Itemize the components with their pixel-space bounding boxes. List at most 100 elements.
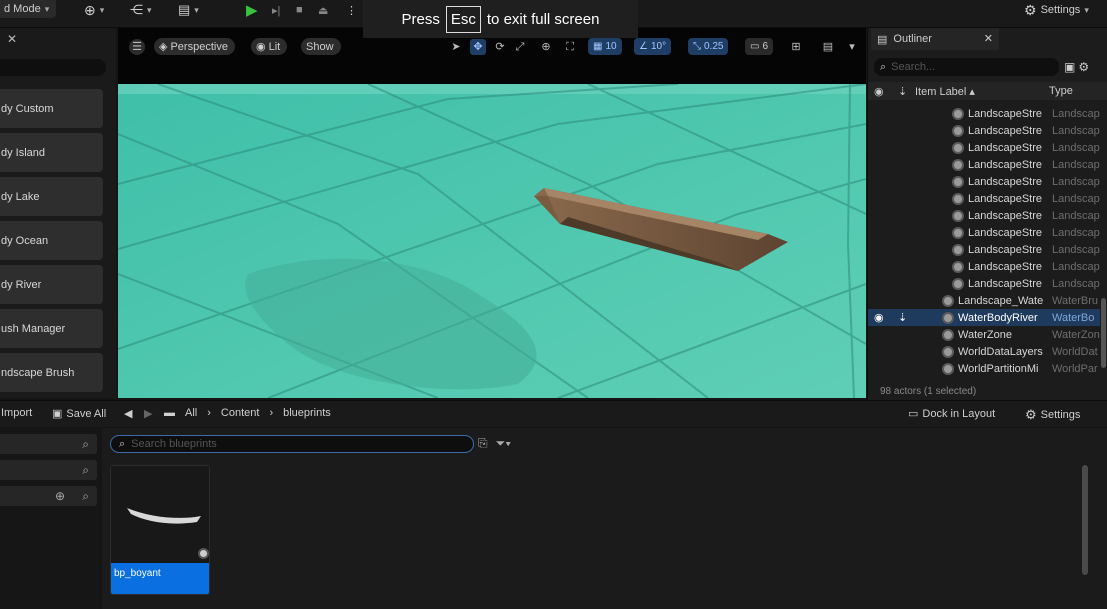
outliner-row[interactable]: LandscapeStre Landscap <box>868 139 1100 156</box>
add-folder-icon[interactable]: ▣ <box>1064 60 1075 74</box>
eject-button[interactable]: ⏏ <box>318 0 328 20</box>
step-button[interactable]: ▸| <box>272 0 280 20</box>
history-back-button[interactable]: ◀ <box>124 407 132 420</box>
place-item-label: dy Island <box>1 146 46 159</box>
breadcrumb-content[interactable]: Content <box>221 407 260 419</box>
asset-tile[interactable]: bp_boyant <box>110 465 210 595</box>
world-space-icon[interactable]: ⊕ <box>538 39 554 55</box>
place-item-water-brush-manager[interactable]: ush Manager <box>0 309 103 348</box>
grid-icon: ▦ <box>593 41 603 52</box>
outliner-row[interactable]: LandscapeStre Landscap <box>868 224 1100 241</box>
grid-snap-value: 10 <box>605 41 617 52</box>
actor-icon <box>952 124 964 137</box>
place-item-water-body-lake[interactable]: dy Lake <box>0 177 103 216</box>
outliner-row[interactable]: LandscapeStre Landscap <box>868 241 1100 258</box>
search-icon[interactable]: ⌕ <box>82 463 89 478</box>
import-button[interactable]: Import <box>1 407 32 419</box>
outliner-row-type: WaterZon <box>1052 328 1100 341</box>
rotation-snap-button[interactable]: ∠ 10° <box>634 38 672 55</box>
outliner-row[interactable]: LandscapeStre Landscap <box>868 207 1100 224</box>
add-actor-button[interactable]: ⊕ ▾ <box>84 0 104 20</box>
place-item-landscape-brush[interactable]: ndscape Brush <box>0 353 103 392</box>
camera-speed-button[interactable]: ▭ 6 <box>745 38 774 55</box>
cinematics-button[interactable]: ▤ ▾ <box>178 0 199 20</box>
outliner-row[interactable]: WaterZone WaterZon <box>868 326 1100 343</box>
content-settings-button[interactable]: ⚙ Settings <box>1025 407 1080 423</box>
hamburger-icon[interactable]: ☰ <box>129 39 145 55</box>
actor-icon <box>952 260 964 273</box>
show-button[interactable]: Show <box>301 38 341 55</box>
history-forward-button[interactable]: ▶ <box>144 407 152 420</box>
select-tool-icon[interactable]: ➤ <box>448 39 464 55</box>
eye-icon[interactable]: ◉ <box>874 311 884 324</box>
grid-snap-button[interactable]: ▦ 10 <box>588 38 622 55</box>
eye-icon[interactable]: ◉ <box>874 85 884 98</box>
lit-button[interactable]: ◉ Lit <box>251 38 288 55</box>
stop-button[interactable]: ■ <box>296 0 303 20</box>
rotate-tool-icon[interactable]: ⟳ <box>492 39 508 55</box>
outliner-row[interactable]: LandscapeStre Landscap <box>868 105 1100 122</box>
asset-scrollbar[interactable] <box>1082 465 1088 575</box>
blueprints-button[interactable]: ⋲ ▾ <box>130 0 152 20</box>
sources-favorites-row[interactable]: ⌕ <box>0 434 97 454</box>
search-icon[interactable]: ⌕ <box>82 437 89 452</box>
pin-icon[interactable]: ⇣ <box>898 311 907 324</box>
sources-collections-row[interactable]: ⊕ ⌕ <box>0 486 97 506</box>
save-search-icon[interactable]: ⎘ <box>478 436 488 451</box>
place-actors-search[interactable] <box>0 59 106 76</box>
maximize-viewport-icon[interactable]: ⊞ <box>788 39 804 55</box>
scale-snap-value: 0.25 <box>704 41 724 52</box>
outliner-row-name: LandscapeStre <box>968 124 1042 137</box>
layout-icon[interactable]: ▤ <box>813 39 843 55</box>
outliner-row[interactable]: ◉ ⇣ WaterBodyRiver WaterBo <box>868 309 1100 326</box>
outliner-row[interactable]: LandscapeStre Landscap <box>868 122 1100 139</box>
lit-label: Lit <box>268 40 281 53</box>
outliner-row-type: Landscap <box>1052 192 1100 205</box>
outliner-row-type: Landscap <box>1052 107 1100 120</box>
outliner-row[interactable]: LandscapeStre Landscap <box>868 173 1100 190</box>
close-icon[interactable]: ✕ <box>7 32 17 46</box>
mode-selector[interactable]: d Mode ▾ <box>0 0 56 18</box>
outliner-scrollbar[interactable] <box>1101 298 1106 368</box>
breadcrumb-all[interactable]: All <box>185 407 197 419</box>
outliner-row-type: Landscap <box>1052 124 1100 137</box>
more-options-button[interactable]: ⋮ <box>346 0 357 20</box>
level-viewport[interactable] <box>118 84 866 398</box>
outliner-row[interactable]: Landscape_Wate WaterBru <box>868 292 1100 309</box>
scale-tool-icon[interactable]: ⤢ <box>512 39 528 55</box>
search-icon[interactable]: ⌕ <box>82 489 89 504</box>
asset-search-input[interactable]: ⌕ Search blueprints <box>110 435 474 453</box>
place-item-water-body-ocean[interactable]: dy Ocean <box>0 221 103 260</box>
dock-in-layout-button[interactable]: ▭ Dock in Layout <box>908 407 995 421</box>
outliner-search-input[interactable]: ⌕ Search... <box>874 58 1059 76</box>
filter-icon[interactable]: ⏷▾ <box>496 436 511 451</box>
settings-button[interactable]: ⚙ Settings ▾ <box>1024 0 1089 20</box>
place-item-water-body-custom[interactable]: dy Custom <box>0 89 103 128</box>
surface-snap-icon[interactable]: ⛶ <box>562 39 578 55</box>
sources-folders-row[interactable]: ⌕ <box>0 460 97 480</box>
tab-outliner[interactable]: ▤ Outliner ✕ <box>871 28 999 50</box>
column-type[interactable]: Type <box>1049 85 1073 97</box>
breadcrumb-blueprints[interactable]: blueprints <box>283 407 331 419</box>
outliner-row[interactable]: LandscapeStre Landscap <box>868 275 1100 292</box>
outliner-row-type: Landscap <box>1052 243 1100 256</box>
outliner-row[interactable]: WorldDataLayers WorldDat <box>868 343 1100 360</box>
column-item-label[interactable]: Item Label ▴ <box>915 85 975 98</box>
outliner-row-type: WaterBo <box>1052 311 1095 324</box>
pin-icon[interactable]: ⇣ <box>898 85 907 98</box>
move-tool-icon[interactable]: ✥ <box>470 39 486 55</box>
close-icon[interactable]: ✕ <box>984 32 993 45</box>
outliner-row[interactable]: LandscapeStre Landscap <box>868 190 1100 207</box>
place-item-water-body-river[interactable]: dy River <box>0 265 103 304</box>
add-circle-icon[interactable]: ⊕ <box>55 489 65 503</box>
play-button[interactable]: ▶ <box>246 0 258 20</box>
outliner-row[interactable]: WorldPartitionMi WorldPar <box>868 360 1100 377</box>
outliner-row[interactable]: LandscapeStre Landscap <box>868 258 1100 275</box>
chevron-down-icon[interactable]: ▾ <box>844 39 860 55</box>
save-all-button[interactable]: ▣ Save All <box>52 407 106 421</box>
outliner-row[interactable]: LandscapeStre Landscap <box>868 156 1100 173</box>
scale-snap-button[interactable]: ⤡ 0.25 <box>688 38 729 55</box>
perspective-button[interactable]: ◈ Perspective <box>154 38 235 55</box>
gear-icon[interactable]: ⚙ <box>1078 60 1089 74</box>
place-item-water-body-island[interactable]: dy Island <box>0 133 103 172</box>
